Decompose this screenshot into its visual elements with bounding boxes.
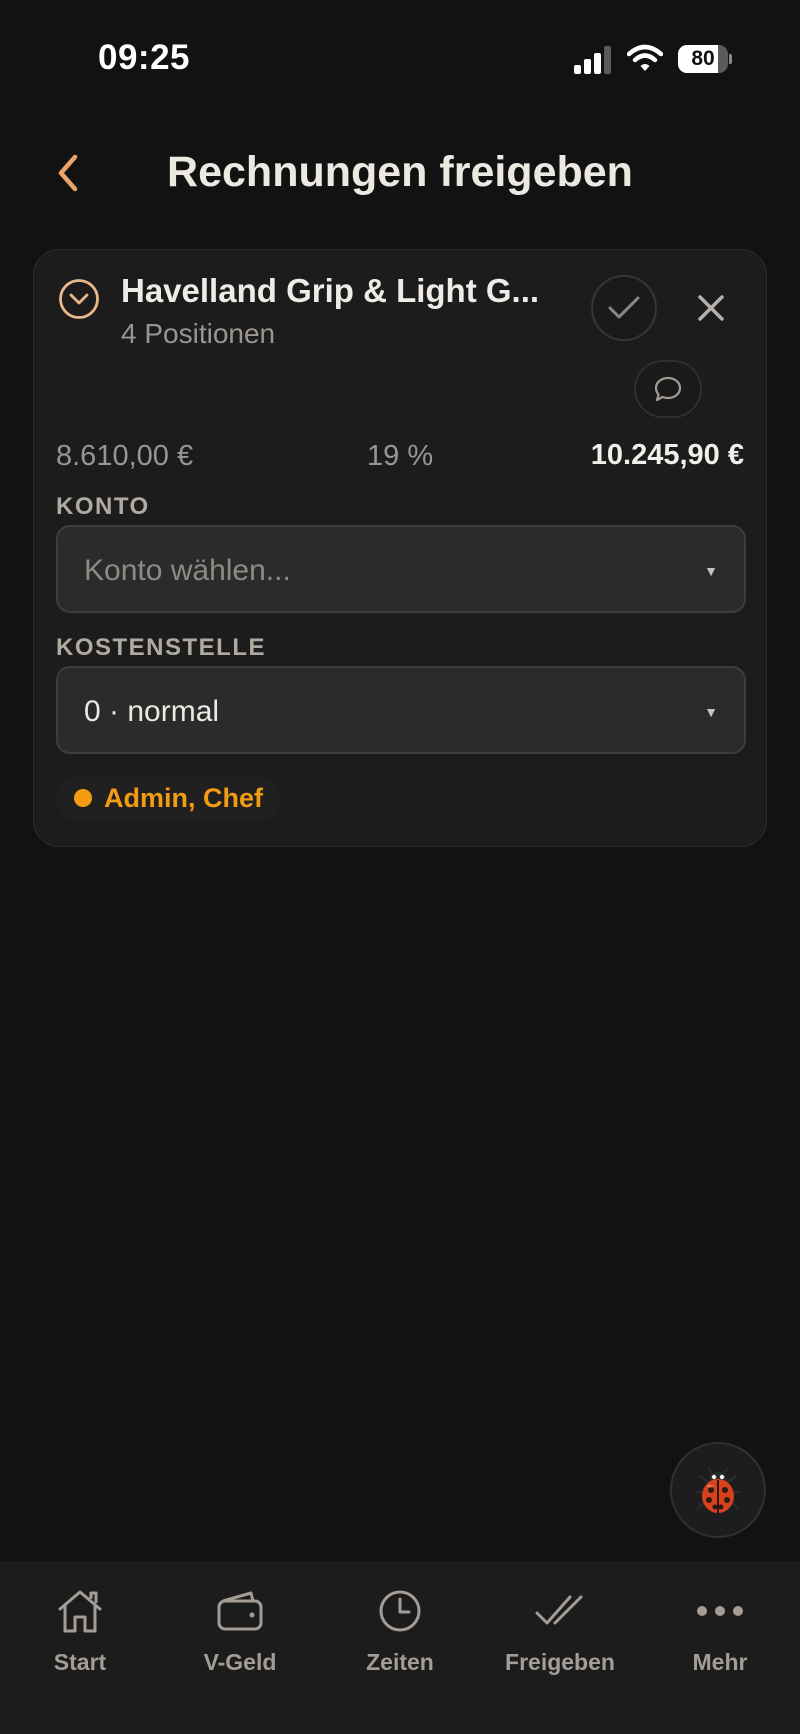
wallet-icon bbox=[217, 1591, 263, 1631]
tab-mehr[interactable]: Mehr bbox=[650, 1583, 790, 1693]
dropdown-arrow-icon: ▼ bbox=[704, 704, 718, 720]
tab-label: Freigeben bbox=[505, 1649, 615, 1675]
debug-button[interactable] bbox=[670, 1442, 766, 1538]
tab-label: Start bbox=[53, 1649, 107, 1675]
tab-label: V-Geld bbox=[203, 1649, 277, 1675]
tab-label: Mehr bbox=[692, 1649, 748, 1675]
tab-start[interactable]: Start bbox=[10, 1583, 150, 1693]
check-icon bbox=[608, 296, 640, 319]
kostenstelle-select[interactable]: 0 · normal ▼ bbox=[56, 666, 746, 754]
status-bar: 09:25 80 bbox=[0, 0, 800, 120]
approve-button[interactable] bbox=[591, 275, 657, 341]
comment-button[interactable] bbox=[634, 360, 702, 418]
wifi-icon bbox=[627, 44, 663, 71]
gross-amount: 10.245,90 € bbox=[590, 439, 744, 471]
kostenstelle-value: 0 · normal bbox=[84, 695, 220, 728]
reject-button[interactable] bbox=[688, 285, 734, 331]
invoice-card: Havelland Grip & Light G... 4 Positionen… bbox=[33, 249, 767, 847]
ladybug-icon bbox=[694, 1467, 742, 1513]
konto-label: KONTO bbox=[56, 493, 150, 520]
comment-icon bbox=[654, 376, 682, 402]
tab-zeiten[interactable]: Zeiten bbox=[330, 1583, 470, 1693]
kostenstelle-label: KOSTENSTELLE bbox=[56, 634, 267, 661]
chevron-down-circle-icon[interactable] bbox=[58, 278, 100, 320]
battery-indicator: 80 bbox=[678, 45, 732, 73]
signal-icon bbox=[574, 46, 611, 74]
battery-level: 80 bbox=[691, 47, 715, 70]
approver-names: Admin, Chef bbox=[104, 782, 263, 813]
page-title: Rechnungen freigeben bbox=[167, 148, 633, 196]
tab-label: Zeiten bbox=[366, 1649, 434, 1675]
home-icon bbox=[58, 1590, 102, 1633]
status-time: 09:25 bbox=[98, 38, 191, 77]
dropdown-arrow-icon: ▼ bbox=[704, 563, 718, 579]
close-icon bbox=[698, 295, 724, 321]
double-check-icon bbox=[535, 1595, 583, 1625]
tab-bar: Start V-Geld Zeiten Freigeben Mehr bbox=[0, 1562, 800, 1734]
clock-icon bbox=[379, 1590, 421, 1632]
vendor-name: Havelland Grip & Light G... bbox=[121, 272, 540, 309]
positions-count: 4 Positionen bbox=[121, 318, 276, 349]
vat-rate: 19 % bbox=[367, 440, 434, 472]
more-icon bbox=[697, 1606, 743, 1616]
approver-badge: Admin, Chef bbox=[56, 775, 281, 821]
tab-v-geld[interactable]: V-Geld bbox=[170, 1583, 310, 1693]
tab-freigeben[interactable]: Freigeben bbox=[490, 1583, 630, 1693]
status-dot-icon bbox=[74, 789, 92, 807]
net-amount: 8.610,00 € bbox=[56, 440, 194, 472]
konto-select[interactable]: Konto wählen... ▼ bbox=[56, 525, 746, 613]
header: Rechnungen freigeben bbox=[0, 130, 800, 220]
konto-placeholder: Konto wählen... bbox=[84, 554, 291, 587]
